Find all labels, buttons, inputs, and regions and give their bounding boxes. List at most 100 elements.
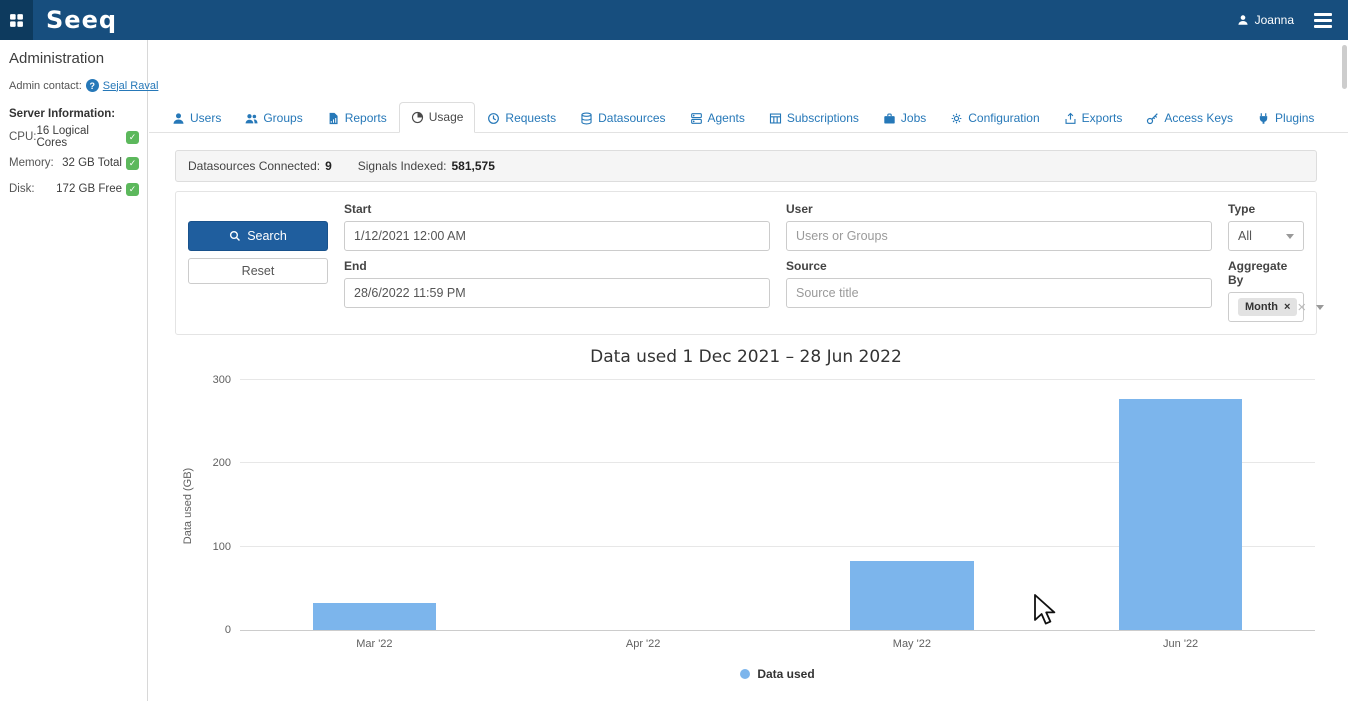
start-field: Start xyxy=(344,200,770,251)
hamburger-bar xyxy=(1314,25,1332,28)
stat-value: 32 GB Total xyxy=(62,157,122,169)
x-tick-label: Jun '22 xyxy=(1046,638,1315,650)
aggregate-token-label: Month xyxy=(1245,301,1278,313)
source-field: Source xyxy=(786,257,1212,322)
search-icon xyxy=(229,230,241,242)
briefcase-icon xyxy=(883,112,896,125)
app-switcher-button[interactable] xyxy=(0,0,33,40)
page-title: Administration xyxy=(9,50,139,67)
check-icon: ✓ xyxy=(126,183,139,196)
category-slot xyxy=(778,381,1047,630)
chevron-down-icon xyxy=(1316,305,1324,310)
tab-access-keys[interactable]: Access Keys xyxy=(1134,103,1245,133)
stat-memory: Memory: 32 GB Total ✓ xyxy=(9,150,139,176)
signals-indexed: Signals Indexed: 581,575 xyxy=(358,159,495,173)
history-icon xyxy=(487,112,500,125)
type-select[interactable]: All xyxy=(1228,221,1304,251)
category-slot xyxy=(509,381,778,630)
stat-label: CPU: xyxy=(9,131,36,143)
brand-logo[interactable]: Seeq xyxy=(46,6,117,34)
tab-datasources[interactable]: Datasources xyxy=(568,103,677,133)
check-icon: ✓ xyxy=(126,131,139,144)
server-icon xyxy=(690,112,703,125)
user-name: Joanna xyxy=(1255,13,1294,27)
reset-button[interactable]: Reset xyxy=(188,258,328,284)
tab-label: Exports xyxy=(1082,111,1123,125)
tab-reports[interactable]: Reports xyxy=(315,103,399,133)
server-info-heading: Server Information: xyxy=(9,108,139,120)
tab-label: Agents xyxy=(708,111,745,125)
tab-label: Configuration xyxy=(968,111,1039,125)
hamburger-bar xyxy=(1314,13,1332,16)
stat-value: 16 Logical Cores xyxy=(36,125,122,149)
aggregate-select[interactable]: Month × × xyxy=(1228,292,1304,322)
gears-icon xyxy=(950,112,963,125)
end-label: End xyxy=(344,259,770,273)
user-input[interactable] xyxy=(786,221,1212,251)
tab-exports[interactable]: Exports xyxy=(1052,103,1135,133)
summary-value: 9 xyxy=(325,159,332,173)
tab-requests[interactable]: Requests xyxy=(475,103,568,133)
key-icon xyxy=(1146,112,1159,125)
summary-label: Datasources Connected: xyxy=(188,159,320,173)
remove-token-icon[interactable]: × xyxy=(1284,301,1290,313)
tab-label: Groups xyxy=(263,111,302,125)
aggregate-field: Aggregate By Month × × xyxy=(1228,257,1304,322)
y-tick-label: 300 xyxy=(213,374,231,386)
hamburger-menu-button[interactable] xyxy=(1312,10,1334,31)
x-axis-labels: Mar '22Apr '22May '22Jun '22 xyxy=(240,638,1315,650)
aggregate-token: Month × xyxy=(1238,298,1297,316)
bar-Mar '22[interactable] xyxy=(313,603,437,630)
search-button[interactable]: Search xyxy=(188,221,328,251)
stat-disk: Disk: 172 GB Free ✓ xyxy=(9,176,139,202)
tab-bar: Users Groups Reports UsageRequests Datasourc… xyxy=(149,40,1348,133)
report-icon xyxy=(327,112,340,125)
gauge-icon xyxy=(411,111,424,124)
tab-jobs[interactable]: Jobs xyxy=(871,103,938,133)
y-axis-title: Data used (GB) xyxy=(182,467,194,543)
plot-outer: Data used (GB) 0100200300 Mar '22Apr '22… xyxy=(240,381,1315,681)
tab-users[interactable]: Users xyxy=(160,103,233,133)
check-icon: ✓ xyxy=(126,157,139,170)
legend[interactable]: Data used xyxy=(240,667,1315,681)
apps-grid-icon xyxy=(9,13,24,28)
tab-label: Subscriptions xyxy=(787,111,859,125)
tab-subscriptions[interactable]: Subscriptions xyxy=(757,103,871,133)
clear-icon[interactable]: × xyxy=(1297,300,1306,315)
tab-plugins[interactable]: Plugins xyxy=(1245,103,1326,133)
x-tick-label: Mar '22 xyxy=(240,638,509,650)
chart-section: Data used 1 Dec 2021 – 28 Jun 2022 Data … xyxy=(175,335,1317,701)
chevron-down-icon xyxy=(1286,234,1294,239)
filter-buttons: Search Reset xyxy=(188,200,328,322)
tab-configuration[interactable]: Configuration xyxy=(938,103,1051,133)
tab-agents[interactable]: Agents xyxy=(678,103,757,133)
y-tick-label: 200 xyxy=(213,457,231,469)
plot-area: Data used (GB) 0100200300 xyxy=(240,381,1315,631)
source-label: Source xyxy=(786,259,1212,273)
bar-Jun '22[interactable] xyxy=(1119,399,1243,630)
bar-May '22[interactable] xyxy=(850,561,974,630)
plug-icon xyxy=(1257,112,1270,125)
summary-value: 581,575 xyxy=(452,159,495,173)
start-label: Start xyxy=(344,202,770,216)
tab-label: Reports xyxy=(345,111,387,125)
table-icon xyxy=(769,112,782,125)
scrollbar-thumb[interactable] xyxy=(1342,45,1347,89)
help-icon[interactable]: ? xyxy=(86,79,99,92)
tab-label: Datasources xyxy=(598,111,665,125)
end-input[interactable] xyxy=(344,278,770,308)
source-input[interactable] xyxy=(786,278,1212,308)
search-button-label: Search xyxy=(247,229,287,243)
start-input[interactable] xyxy=(344,221,770,251)
top-bar: Seeq Joanna xyxy=(0,0,1348,40)
tab-groups[interactable]: Groups xyxy=(233,103,314,133)
user-menu[interactable]: Joanna xyxy=(1237,13,1294,27)
user-icon xyxy=(172,112,185,125)
aggregate-label: Aggregate By xyxy=(1228,259,1304,287)
hamburger-bar xyxy=(1314,19,1332,22)
type-selected-value: All xyxy=(1238,229,1252,243)
tab-usage[interactable]: Usage xyxy=(399,102,476,133)
stat-cpu: CPU: 16 Logical Cores ✓ xyxy=(9,124,139,150)
filter-panel: Start User Type All Search Reset End xyxy=(175,191,1317,335)
main-content: Users Groups Reports UsageRequests Datasourc… xyxy=(149,40,1348,701)
